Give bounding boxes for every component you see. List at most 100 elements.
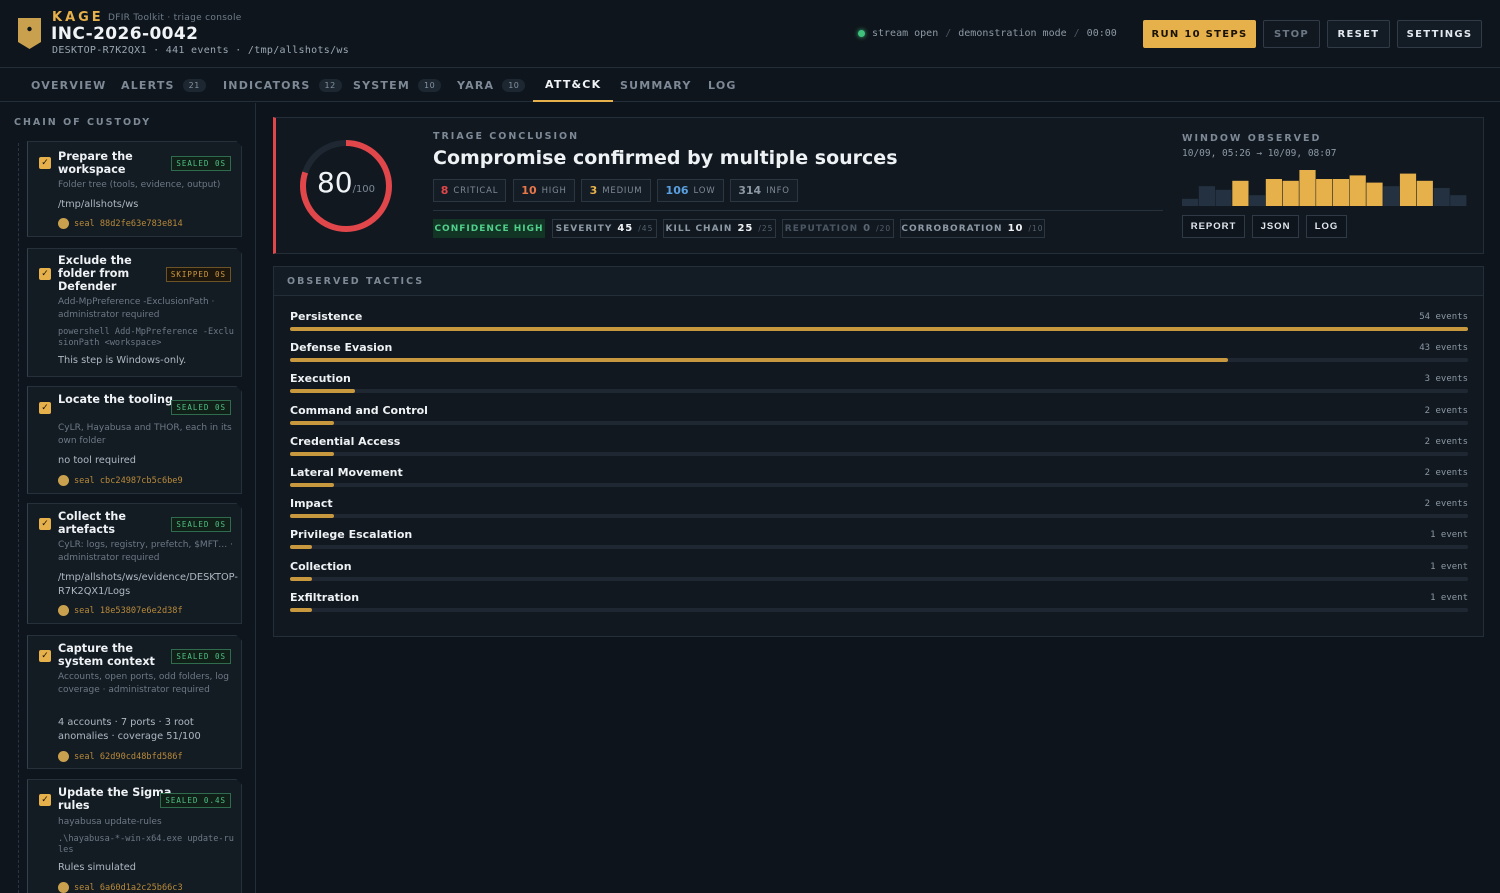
seal-hash: seal 88d2fe63e783e814: [58, 218, 183, 229]
seal-text: seal 62d90cd48bfd586f: [74, 751, 183, 762]
tab-label: SYSTEM: [353, 78, 410, 92]
tab-overview[interactable]: OVERVIEW: [31, 68, 106, 102]
score-value: 80: [316, 166, 353, 199]
status-badge: SEALED 0S: [171, 156, 231, 171]
count-number: 314: [738, 184, 762, 197]
observed-tactics-panel: OBSERVED TACTICS Persistence 54 events Def…: [273, 266, 1484, 637]
step-value: /tmp/allshots/ws: [58, 199, 139, 210]
tactic-bar-track: [290, 327, 1468, 331]
tactic-bar-fill: [290, 451, 334, 456]
tactic-count: 2 events: [1424, 405, 1468, 416]
step-title: Collect the artefacts: [58, 510, 126, 536]
chain-of-custody-sidebar: CHAIN OF CUSTODY ✓ Prepare the workspace…: [0, 103, 256, 893]
severity-count-critical[interactable]: 8 CRITICAL: [433, 179, 506, 202]
metric-label: SEVERITY: [555, 223, 613, 234]
tactic-row[interactable]: Credential Access 2 events: [290, 435, 1468, 463]
checkbox-checked-icon[interactable]: ✓: [39, 518, 51, 530]
histogram-bar: [1416, 180, 1433, 206]
histogram-bar: [1383, 186, 1400, 206]
status-separator: /: [1073, 28, 1080, 39]
stop-button[interactable]: STOP: [1263, 20, 1320, 48]
tactic-name: Impact: [290, 497, 333, 511]
tab-indicators[interactable]: INDICATORS 12: [223, 68, 342, 102]
score-display: 80/100: [296, 166, 396, 199]
tactic-bar-track: [290, 389, 1468, 394]
count-label: INFO: [766, 185, 790, 196]
tactic-row[interactable]: Impact 2 events: [290, 497, 1468, 525]
tab-log[interactable]: LOG: [708, 68, 737, 102]
seal-text: seal 18e53807e6e2d38f: [74, 605, 183, 616]
tab-system[interactable]: SYSTEM 10: [353, 68, 442, 102]
timer-label: 00:00: [1086, 28, 1117, 39]
tactic-bar-track: [290, 451, 1468, 456]
checkbox-checked-icon[interactable]: ✓: [39, 157, 51, 169]
window-range: 10/09, 05:26 → 10/09, 08:07: [1182, 148, 1337, 159]
seal-hash: seal 6a60d1a2c25b66c3: [58, 882, 183, 893]
severity-count-low[interactable]: 106 LOW: [657, 179, 724, 202]
metric-severity: SEVERITY 45/45: [552, 219, 657, 238]
log-button[interactable]: LOG: [1306, 215, 1347, 238]
step-title: Locate the tooling: [58, 393, 173, 406]
custody-step[interactable]: ✓ Update the Sigma rules SEALED 0.4S hay…: [27, 779, 242, 893]
tactic-count: 2 events: [1424, 499, 1468, 510]
custody-step[interactable]: ✓ Capture the system context SEALED 0S A…: [27, 635, 242, 769]
brand-subtitle: DFIR Toolkit · triage console: [108, 13, 242, 23]
conclusion-headline: Compromise confirmed by multiple sources: [433, 147, 898, 169]
tactic-row[interactable]: Collection 1 event: [290, 560, 1468, 588]
checkbox-checked-icon[interactable]: ✓: [39, 794, 51, 806]
status-badge: SKIPPED 0S: [165, 267, 231, 282]
severity-count-medium[interactable]: 3 MEDIUM: [581, 179, 651, 202]
tactic-bar-fill: [290, 545, 312, 550]
tab-summary[interactable]: SUMMARY: [620, 68, 692, 102]
tactic-bar-fill: [290, 327, 1468, 331]
tactic-name: Command and Control: [290, 403, 428, 417]
custody-step[interactable]: ✓ Collect the artefacts SEALED 0S CyLR: …: [27, 503, 242, 624]
count-number: 106: [665, 184, 689, 197]
shield-logo-icon: [18, 18, 41, 49]
count-number: 3: [589, 184, 598, 197]
custody-step[interactable]: ✓ Exclude the folder from Defender SKIPP…: [27, 248, 242, 377]
timeline-rail: [18, 143, 19, 893]
tactic-count: 2 events: [1424, 436, 1468, 447]
tab-yara[interactable]: YARA 10: [457, 68, 526, 102]
count-number: 8: [440, 184, 449, 197]
conclusion-kicker: TRIAGE CONCLUSION: [433, 131, 580, 142]
tab-attck[interactable]: ATT&CK: [533, 68, 614, 102]
tactic-row[interactable]: Command and Control 2 events: [290, 404, 1468, 432]
custody-step[interactable]: ✓ Prepare the workspace SEALED 0S Folder…: [27, 141, 242, 237]
metric-label: CORROBORATION: [901, 223, 1003, 234]
histogram-bar: [1198, 186, 1215, 206]
tactics-title: OBSERVED TACTICS: [287, 276, 425, 287]
metric-label: REPUTATION: [784, 223, 859, 234]
tactic-row[interactable]: Execution 3 events: [290, 372, 1468, 400]
report-button[interactable]: REPORT: [1182, 215, 1245, 238]
tactic-bar-track: [290, 358, 1468, 363]
tab-alerts[interactable]: ALERTS 21: [121, 68, 206, 102]
run-steps-button[interactable]: RUN 10 STEPS: [1143, 20, 1256, 48]
metric-corroboration: CORROBORATION 10/10: [900, 219, 1045, 238]
tactic-row[interactable]: Privilege Escalation 1 event: [290, 528, 1468, 556]
histogram-bar: [1232, 180, 1249, 206]
status-badge: SEALED 0S: [171, 649, 231, 664]
status-dot-icon: [858, 30, 865, 37]
json-button[interactable]: JSON: [1252, 215, 1299, 238]
count-label: CRITICAL: [453, 185, 499, 196]
severity-count-high[interactable]: 10 HIGH: [513, 179, 575, 202]
tactic-row[interactable]: Exfiltration 1 event: [290, 591, 1468, 619]
step-value: Rules simulated: [58, 862, 136, 873]
settings-button[interactable]: SETTINGS: [1397, 20, 1482, 48]
tactic-count: 2 events: [1424, 468, 1468, 478]
severity-count-info[interactable]: 314 INFO: [730, 179, 798, 202]
checkbox-checked-icon[interactable]: ✓: [39, 650, 51, 662]
tab-label: OVERVIEW: [31, 78, 107, 92]
checkbox-checked-icon[interactable]: ✓: [39, 402, 51, 414]
tactic-row[interactable]: Persistence 54 events: [290, 310, 1468, 338]
checkbox-checked-icon[interactable]: ✓: [39, 268, 51, 280]
reset-button[interactable]: RESET: [1327, 20, 1390, 48]
count-label: MEDIUM: [602, 185, 643, 196]
custody-step[interactable]: ✓ Locate the tooling SEALED 0S CyLR, Hay…: [27, 386, 242, 494]
tactic-row[interactable]: Lateral Movement 2 events: [290, 466, 1468, 494]
tactic-bar-fill: [290, 514, 334, 519]
tactic-bar-track: [290, 607, 1468, 612]
tactic-row[interactable]: Defense Evasion 43 events: [290, 341, 1468, 369]
